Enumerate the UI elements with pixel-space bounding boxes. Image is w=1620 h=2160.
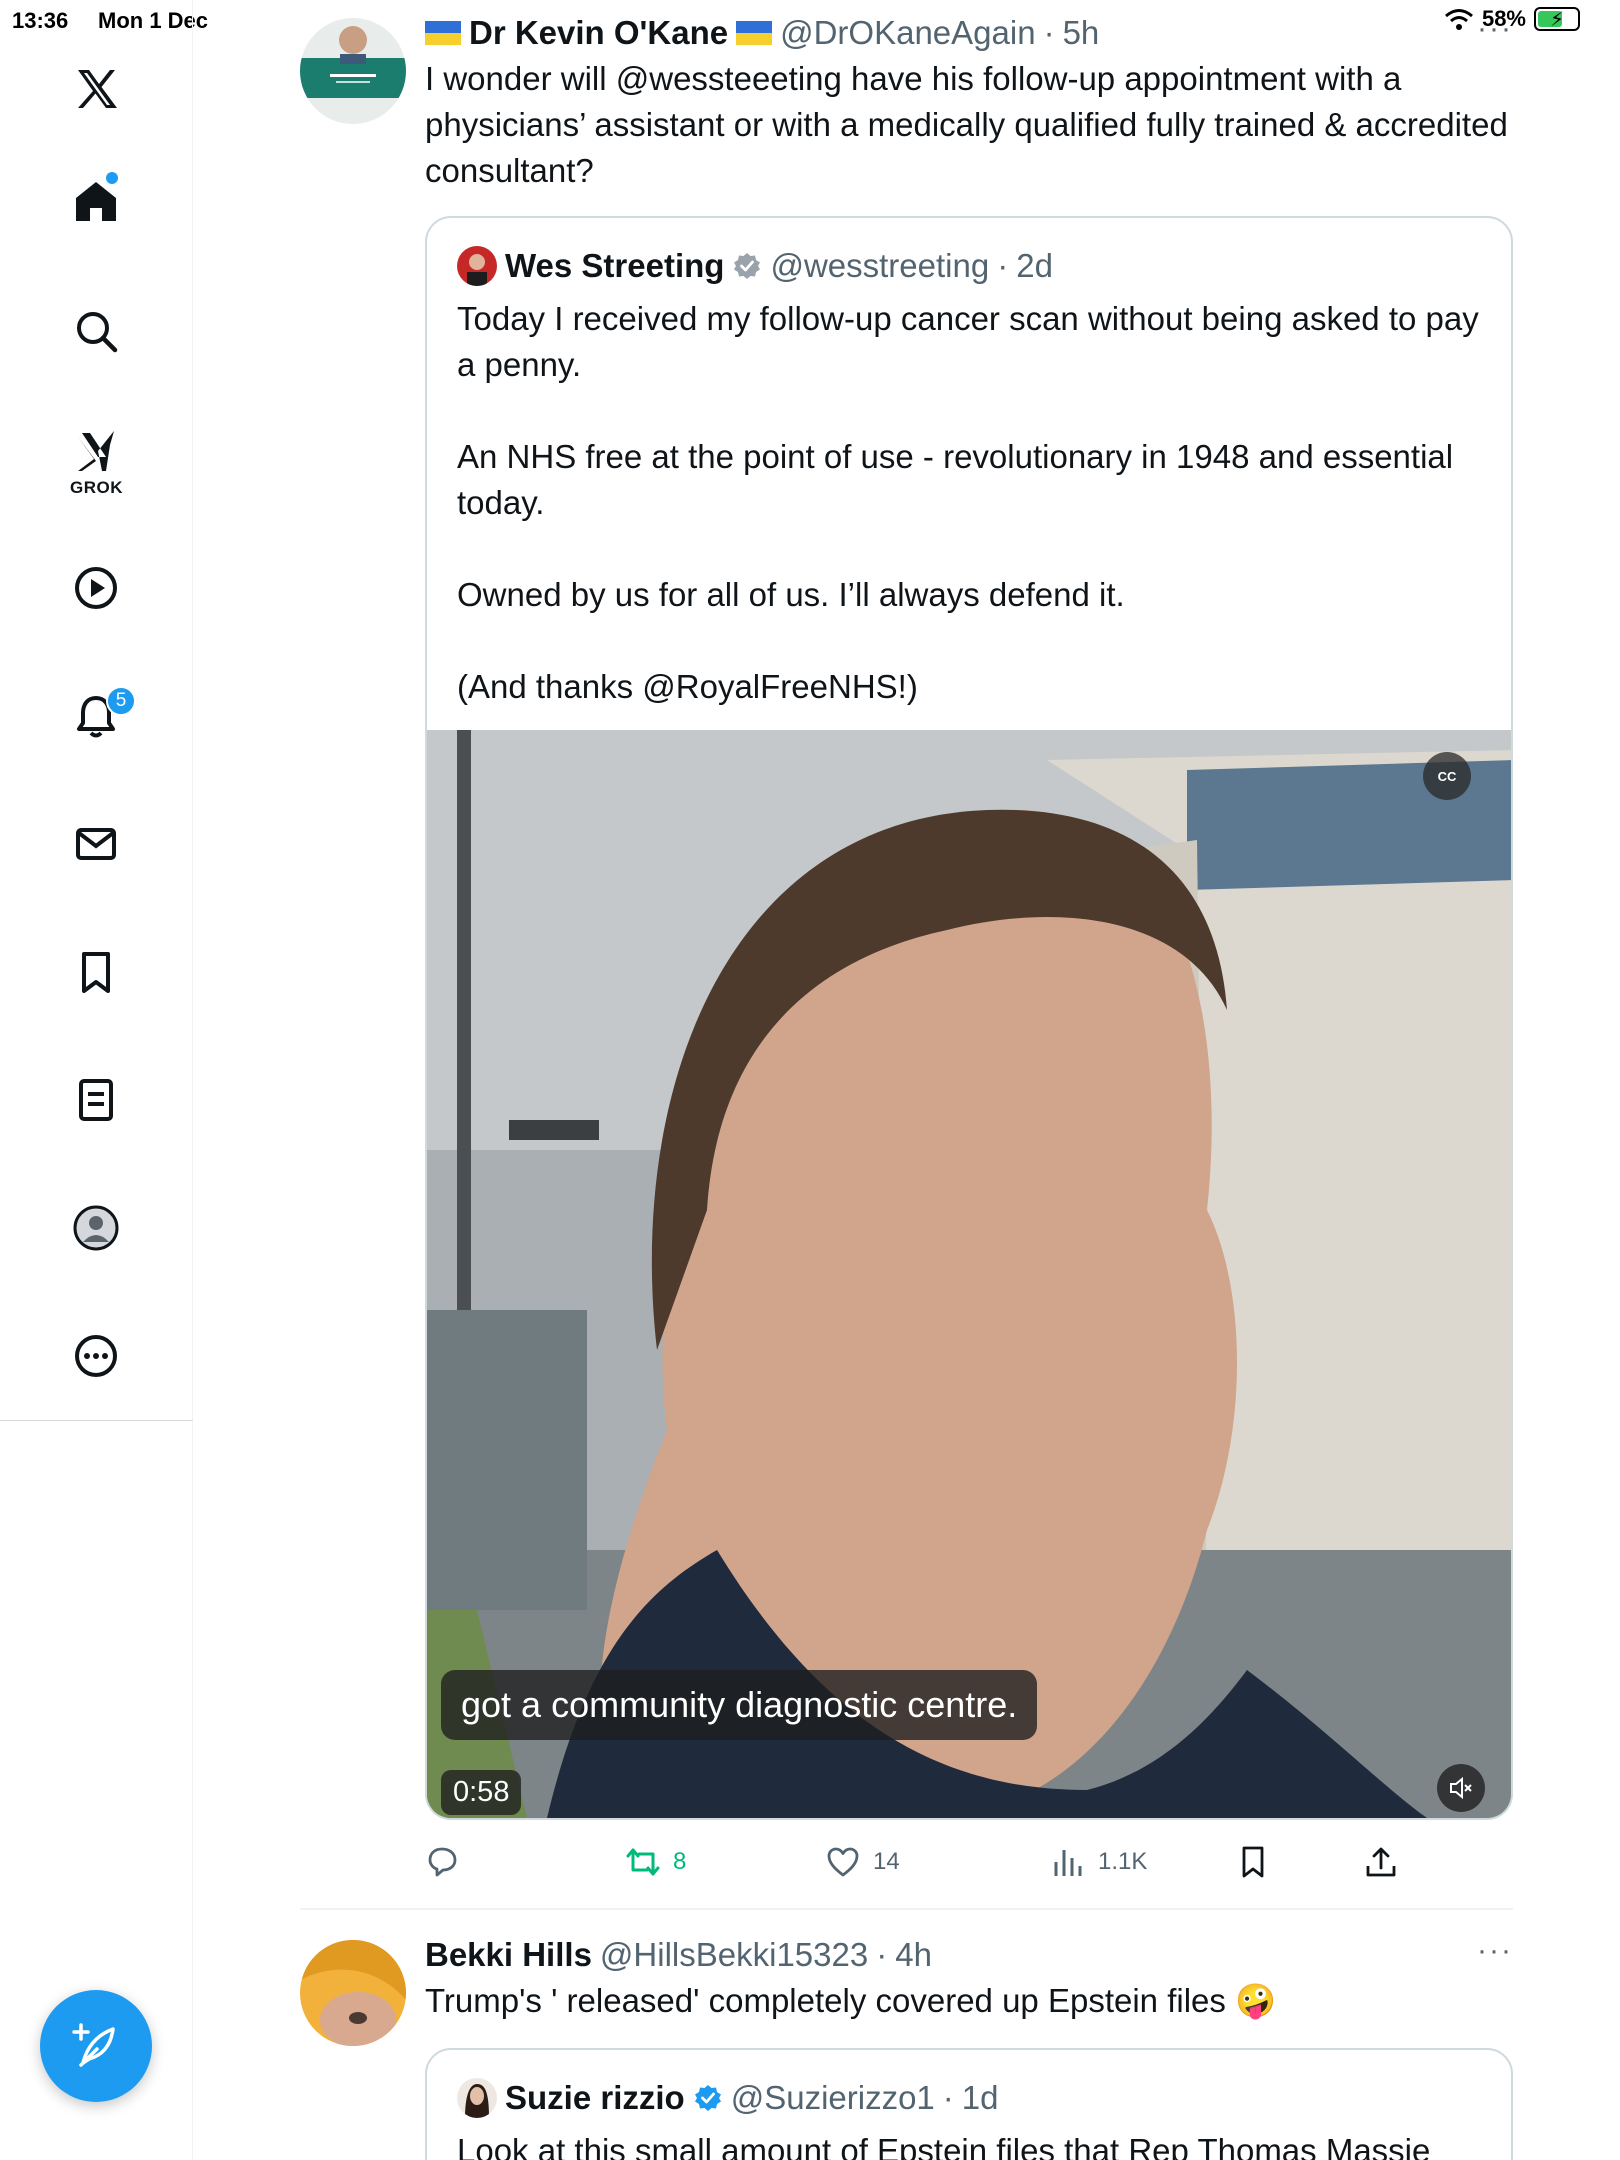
video-duration: 0:58 <box>441 1770 522 1815</box>
quote-paragraph: Owned by us for all of us. I’ll always d… <box>457 576 1125 613</box>
reply-button[interactable] <box>425 1832 473 1892</box>
quote-avatar[interactable] <box>457 246 497 286</box>
timeline-feed: Dr Kevin O'Kane @DrOKaneAgain · 5h I won… <box>193 0 1620 2160</box>
search-icon[interactable] <box>63 298 129 364</box>
video-play-icon[interactable] <box>63 555 129 621</box>
lists-icon[interactable] <box>63 1067 129 1133</box>
quote-time[interactable]: 2d <box>1016 247 1053 285</box>
quote-header: Suzie rizzio @Suzierizzo1 · 1d <box>427 2050 1511 2118</box>
tweet-actions: 8 14 1.1K <box>425 1832 1513 1892</box>
video-player[interactable]: CC got a community diagnostic centre. 0:… <box>427 730 1511 1818</box>
quote-paragraph: (And thanks @RoyalFreeNHS!) <box>457 668 918 705</box>
mute-button[interactable] <box>1437 1764 1485 1812</box>
quote-time[interactable]: 1d <box>962 2079 999 2117</box>
profile-icon[interactable] <box>63 1195 129 1261</box>
zany-face-emoji: 🤪 <box>1235 1982 1277 2019</box>
tweet-time[interactable]: 5h <box>1063 14 1100 52</box>
views-chart-icon <box>1054 1850 1082 1876</box>
share-upload-icon <box>1366 1847 1396 1877</box>
views-count: 1.1K <box>1098 1848 1148 1875</box>
home-unread-dot <box>106 172 118 184</box>
grok-label: GROK <box>70 478 123 497</box>
share-button[interactable] <box>1363 1832 1399 1892</box>
quoted-tweet[interactable]: Suzie rizzio @Suzierizzo1 · 1d Look at t… <box>425 2048 1513 2160</box>
tweet-text: I wonder will @wessteeeting have his fol… <box>425 60 1508 189</box>
compose-feather-icon <box>72 2023 115 2067</box>
muted-speaker-icon <box>1450 1776 1472 1800</box>
avatar[interactable] <box>300 18 406 124</box>
tweet[interactable]: Dr Kevin O'Kane @DrOKaneAgain · 5h I won… <box>300 12 1513 1894</box>
quote-paragraph: An NHS free at the point of use - revolu… <box>457 438 1454 521</box>
author-handle[interactable]: @HillsBekki15323 <box>600 1936 868 1974</box>
quote-avatar[interactable] <box>457 2078 497 2118</box>
author-name[interactable]: Dr Kevin O'Kane <box>469 14 728 52</box>
tweet-header: Dr Kevin O'Kane @DrOKaneAgain · 5h <box>425 14 1513 52</box>
x-logo-icon[interactable] <box>63 56 129 122</box>
author-name[interactable]: Bekki Hills <box>425 1936 592 1974</box>
ukraine-flag-icon <box>425 21 461 45</box>
quoted-tweet[interactable]: Wes Streeting @wesstreeting · 2d Today I… <box>425 216 1513 1820</box>
bookmark-icon <box>1242 1846 1264 1878</box>
tweet-text: Trump's ' released' completely covered u… <box>425 1978 1513 2024</box>
captions-toggle-button[interactable]: CC <box>1423 752 1471 800</box>
views-button[interactable]: 1.1K <box>1050 1832 1147 1892</box>
quote-paragraph: Today I received my follow-up cancer sca… <box>457 300 1479 383</box>
quote-text: Today I received my follow-up cancer sca… <box>427 286 1511 730</box>
verified-badge-icon <box>734 253 761 279</box>
tweet-separator <box>300 1908 1513 1910</box>
author-handle[interactable]: @DrOKaneAgain <box>780 14 1035 52</box>
quote-header: Wes Streeting @wesstreeting · 2d <box>427 218 1511 286</box>
grok-icon[interactable] <box>63 418 129 484</box>
more-options-icon[interactable]: ··· <box>1477 12 1513 46</box>
heart-icon <box>827 1847 859 1877</box>
sidebar-divider <box>0 1420 193 1421</box>
repost-count: 8 <box>673 1848 687 1875</box>
tweet-header: Bekki Hills @HillsBekki15323 · 4h <box>425 1936 932 1974</box>
verified-badge-icon <box>694 2085 721 2111</box>
tweet-time[interactable]: 4h <box>895 1936 932 1974</box>
mail-icon[interactable] <box>63 811 129 877</box>
quote-author-name[interactable]: Wes Streeting <box>505 247 724 285</box>
avatar[interactable] <box>300 1940 406 2046</box>
repost-icon <box>626 1848 660 1876</box>
reply-icon <box>428 1847 457 1877</box>
bookmark-button[interactable] <box>1235 1832 1271 1892</box>
quote-handle[interactable]: @Suzierizzo1 <box>731 2079 935 2117</box>
ukraine-flag-icon <box>736 21 773 45</box>
video-frame <box>427 730 1511 1818</box>
like-count: 14 <box>873 1848 900 1875</box>
tweet[interactable]: Bekki Hills @HillsBekki15323 · 4h Trump'… <box>300 1934 1513 2160</box>
repost-button[interactable]: 8 <box>625 1832 686 1892</box>
home-icon[interactable] <box>63 168 129 234</box>
like-button[interactable]: 14 <box>825 1832 900 1892</box>
bookmark-icon[interactable] <box>63 939 129 1005</box>
more-circle-icon[interactable] <box>63 1323 129 1389</box>
notification-badge: 5 <box>106 686 136 716</box>
quote-handle[interactable]: @wesstreeting <box>770 247 989 285</box>
quote-author-name[interactable]: Suzie rizzio <box>505 2079 685 2117</box>
compose-button[interactable] <box>40 1990 152 2102</box>
sidebar: GROK 5 <box>0 0 193 2160</box>
tweet-text-content: Trump's ' released' completely covered u… <box>425 1982 1226 2019</box>
quote-text: Look at this small amount of Epstein fil… <box>457 2132 1431 2160</box>
more-options-icon[interactable]: ··· <box>1477 1934 1513 1968</box>
video-caption: got a community diagnostic centre. <box>441 1670 1038 1740</box>
